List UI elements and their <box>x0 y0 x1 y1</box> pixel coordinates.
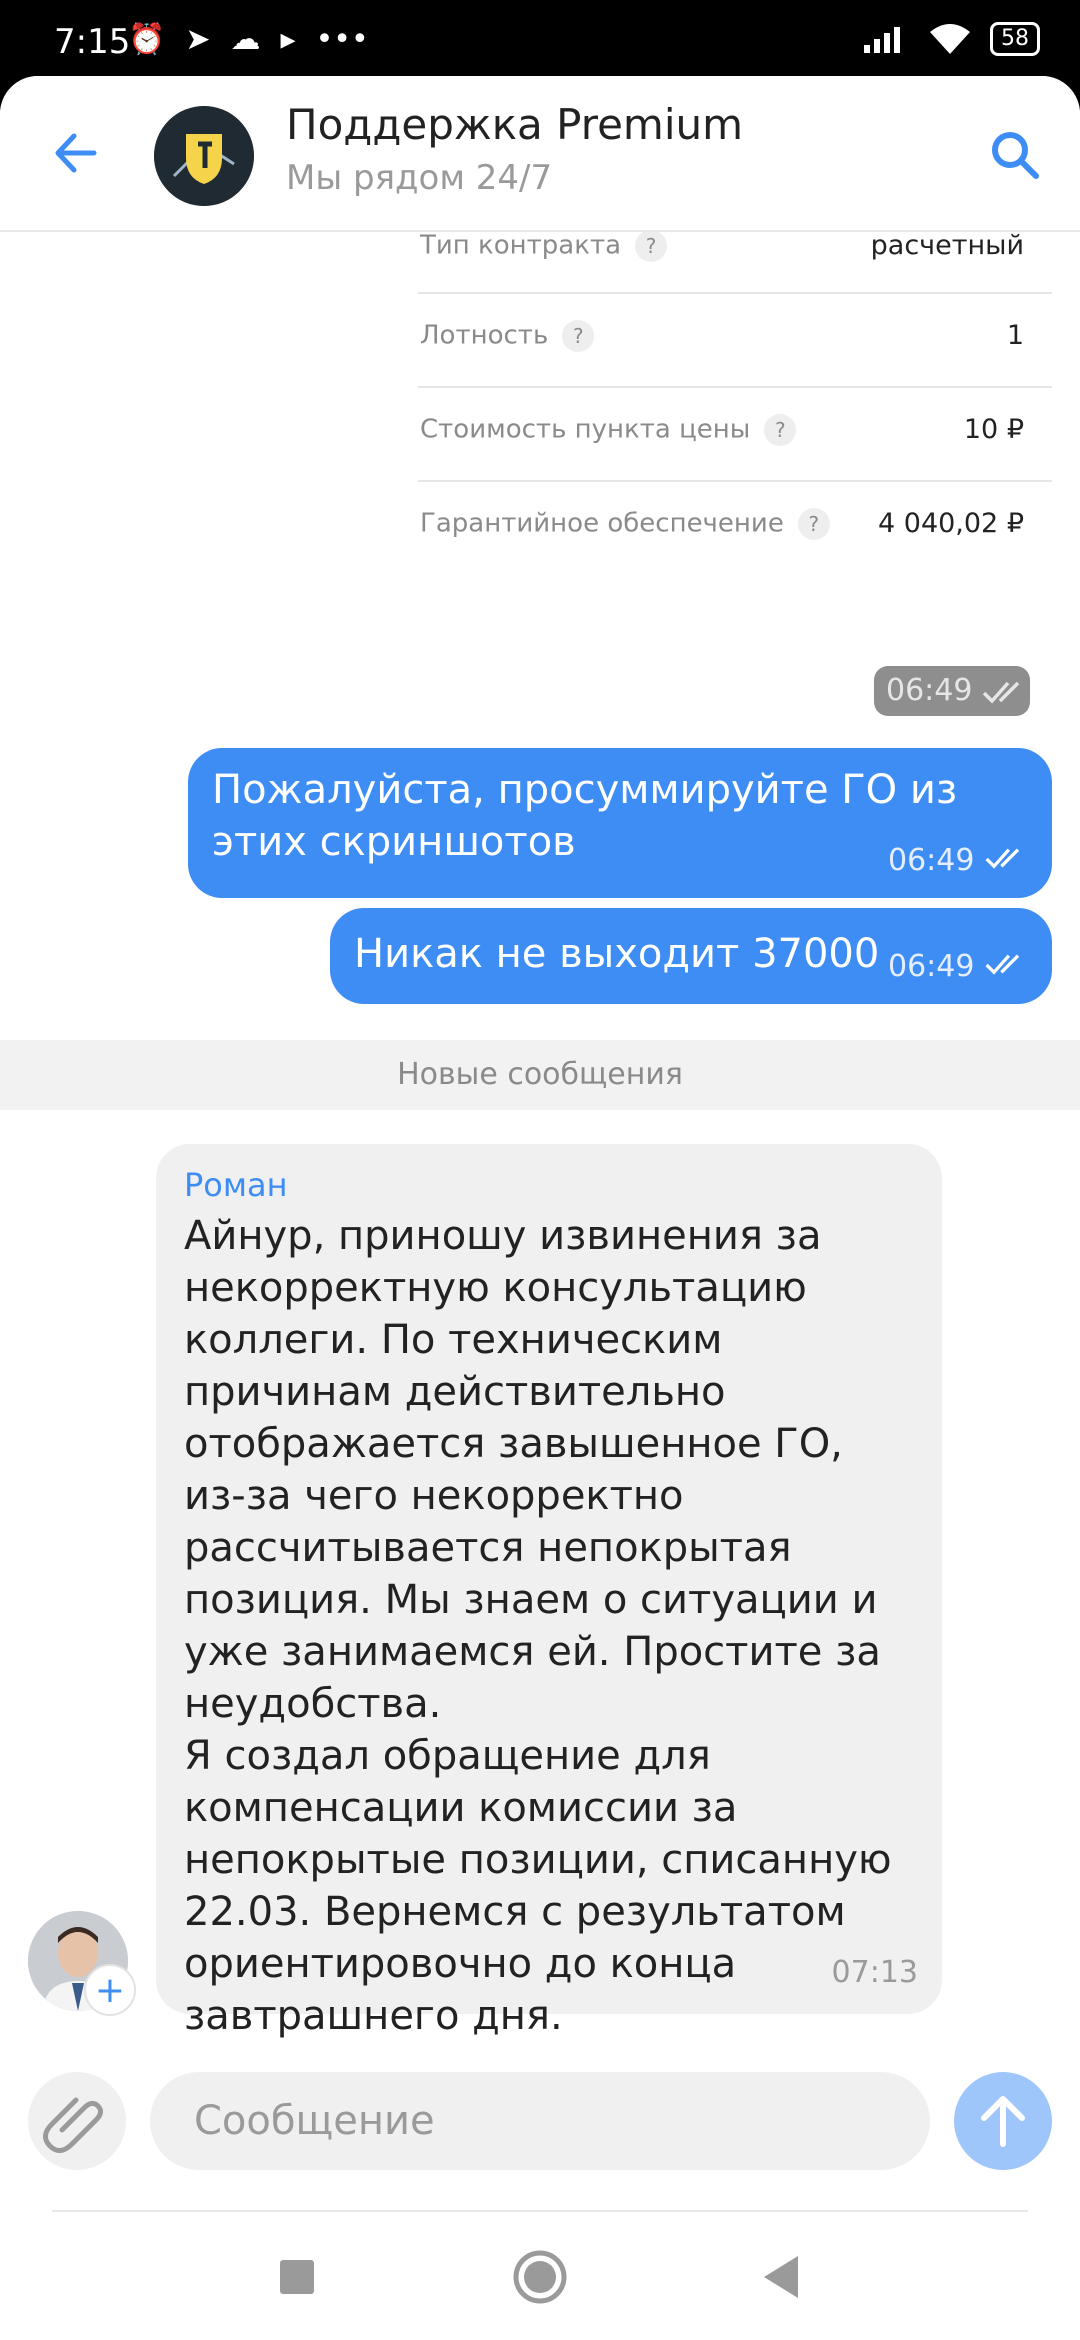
message-time: 07:13 <box>831 1955 918 1990</box>
chat-subtitle: Мы рядом 24/7 <box>286 158 553 198</box>
outgoing-message[interactable]: Пожалуйста, просуммируйте ГО из этих скр… <box>188 748 1052 898</box>
chat-screen: Поддержка Premium Мы рядом 24/7 Тип конт… <box>0 76 1080 2340</box>
attach-button[interactable] <box>28 2072 126 2170</box>
send-button[interactable] <box>954 2072 1052 2170</box>
navigation-bar <box>0 2212 1080 2340</box>
recents-square-icon[interactable] <box>262 2242 332 2312</box>
param-label: Тип контракта <box>420 230 622 261</box>
status-bar: 7:15 ⏰ ➤ ☁ ▸ ••• 58 <box>0 0 1080 80</box>
help-icon: ? <box>797 508 830 540</box>
param-row-tick-price: Стоимость пункта цены? 10 ₽ <box>418 386 1052 482</box>
help-icon: ? <box>764 414 797 446</box>
telegram-icon: ➤ <box>185 22 211 57</box>
play-icon: ▸ <box>280 22 296 57</box>
message-text: Айнур, приношу извинения за некорректную… <box>184 1213 892 2039</box>
more-notifications-icon: ••• <box>315 22 369 57</box>
new-messages-divider: Новые сообщения <box>0 1040 1080 1110</box>
incoming-message[interactable]: Роман Айнур, приношу извинения за некорр… <box>156 1144 942 2039</box>
message-time: 06:49 <box>887 949 975 984</box>
read-checkmarks-icon <box>982 681 1020 704</box>
home-circle-icon[interactable] <box>505 2242 575 2312</box>
message-time: 06:49 <box>887 843 975 878</box>
status-time: 7:15 <box>54 22 131 62</box>
read-checkmarks-icon <box>985 954 1020 975</box>
signal-icon <box>864 27 900 53</box>
message-author[interactable]: Роман <box>184 1166 914 1204</box>
help-icon: ? <box>635 230 668 262</box>
bank-logo-icon <box>154 106 254 206</box>
chat-title: Поддержка Premium <box>286 100 744 149</box>
notification-icons: ⏰ ➤ ☁ ▸ ••• <box>128 22 369 57</box>
back-triangle-icon[interactable] <box>746 2242 816 2312</box>
image-timestamp: 06:49 <box>874 666 1030 716</box>
param-value: 10 ₽ <box>963 414 1024 445</box>
param-row-lot: Лотность? 1 <box>418 292 1052 388</box>
system-icons: 58 <box>862 22 1040 56</box>
cloud-icon: ☁ <box>230 22 261 57</box>
param-label: Гарантийное обеспечение <box>420 508 784 539</box>
battery-icon: 58 <box>990 22 1040 56</box>
arrow-up-icon <box>981 2096 1025 2147</box>
paperclip-icon <box>43 2097 104 2153</box>
read-checkmarks-icon <box>985 848 1020 869</box>
chat-header: Поддержка Premium Мы рядом 24/7 <box>0 76 1080 232</box>
param-value: 4 040,02 ₽ <box>878 508 1024 539</box>
param-value: расчетный <box>870 230 1024 261</box>
message-text: Пожалуйста, просуммируйте ГО из этих скр… <box>212 767 958 865</box>
help-icon: ? <box>562 320 595 352</box>
param-value: 1 <box>1006 320 1024 351</box>
param-row-margin: Гарантийное обеспечение? 4 040,02 ₽ <box>418 480 1052 574</box>
back-arrow-icon[interactable] <box>50 128 100 178</box>
param-label: Стоимость пункта цены <box>420 414 751 445</box>
search-icon[interactable] <box>986 126 1042 182</box>
outgoing-message[interactable]: Никак не выходит 37000 06:49 <box>330 908 1052 1004</box>
param-label: Лотность <box>420 320 549 351</box>
alarm-icon: ⏰ <box>128 22 166 57</box>
message-input[interactable] <box>150 2072 930 2170</box>
param-row-contract-type: Тип контракта? расчетный <box>418 230 1052 294</box>
add-icon[interactable]: + <box>84 1964 136 2016</box>
wifi-icon <box>930 24 970 54</box>
chat-avatar[interactable] <box>154 106 254 206</box>
